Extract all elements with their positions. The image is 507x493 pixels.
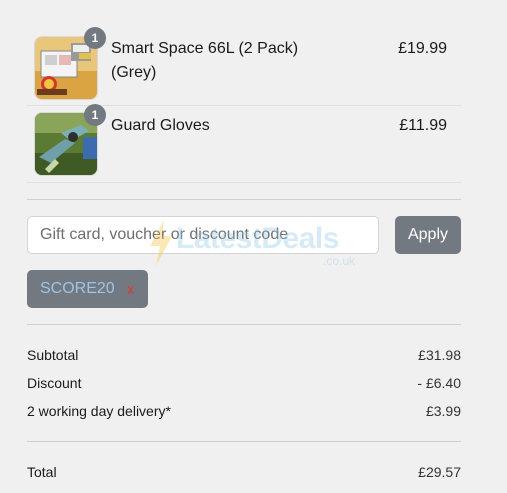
total-label: Total — [27, 464, 57, 480]
subtotal-label: Subtotal — [27, 347, 79, 363]
discount-row: Discount - £6.40 — [27, 373, 461, 393]
total-value: £29.57 — [418, 464, 461, 480]
remove-code-button[interactable]: x — [127, 281, 135, 298]
discount-label: Discount — [27, 375, 82, 391]
apply-button[interactable]: Apply — [395, 216, 461, 254]
delivery-row: 2 working day delivery* £3.99 — [27, 401, 461, 421]
quantity-badge: 1 — [84, 27, 106, 49]
product-price: £19.99 — [398, 40, 447, 57]
applied-code-tag: SCORE20 x — [27, 270, 148, 308]
section-divider — [27, 441, 461, 442]
discount-value: - £6.40 — [417, 375, 461, 391]
product-name[interactable]: Smart Space 66L (2 Pack) (Grey) — [111, 37, 321, 85]
delivery-label: 2 working day delivery* — [27, 403, 171, 419]
section-divider — [27, 199, 461, 200]
product-name[interactable]: Guard Gloves — [111, 114, 321, 138]
delivery-value: £3.99 — [425, 403, 461, 419]
discount-code-input[interactable] — [27, 216, 379, 254]
cart-item: 1 Guard Gloves £11.99 — [27, 104, 461, 183]
applied-code-text: SCORE20 — [40, 280, 115, 297]
watermark-subtext: .co.uk — [323, 254, 356, 268]
section-divider — [27, 324, 461, 325]
subtotal-row: Subtotal £31.98 — [27, 345, 461, 365]
quantity-badge: 1 — [84, 104, 106, 126]
total-row: Total £29.57 — [27, 462, 461, 482]
subtotal-value: £31.98 — [418, 347, 461, 363]
product-price: £11.99 — [399, 117, 447, 134]
cart-item: 1 Smart Space 66L (2 Pack) (Grey) £19.99 — [27, 27, 461, 106]
